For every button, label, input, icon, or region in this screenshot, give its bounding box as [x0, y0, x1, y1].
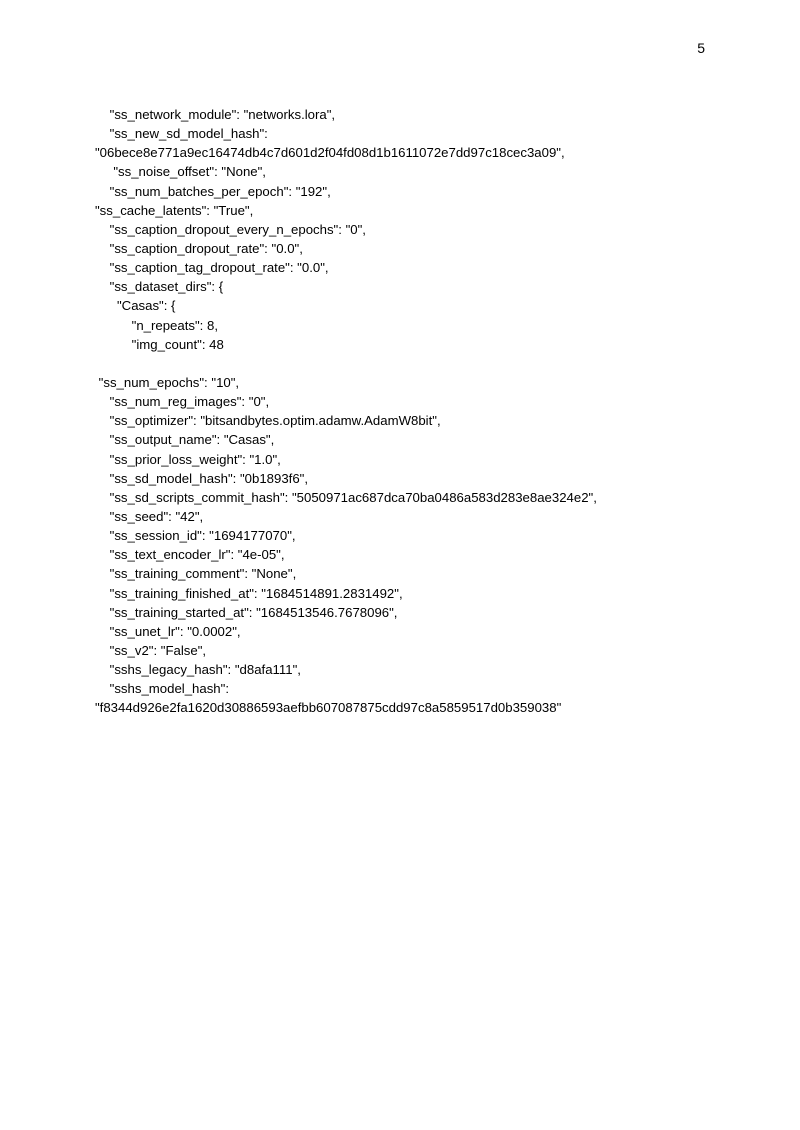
document-page: 5 "ss_network_module": "networks.lora", … — [0, 0, 800, 1130]
config-text-block: "ss_network_module": "networks.lora", "s… — [95, 105, 705, 718]
page-number: 5 — [697, 40, 705, 56]
